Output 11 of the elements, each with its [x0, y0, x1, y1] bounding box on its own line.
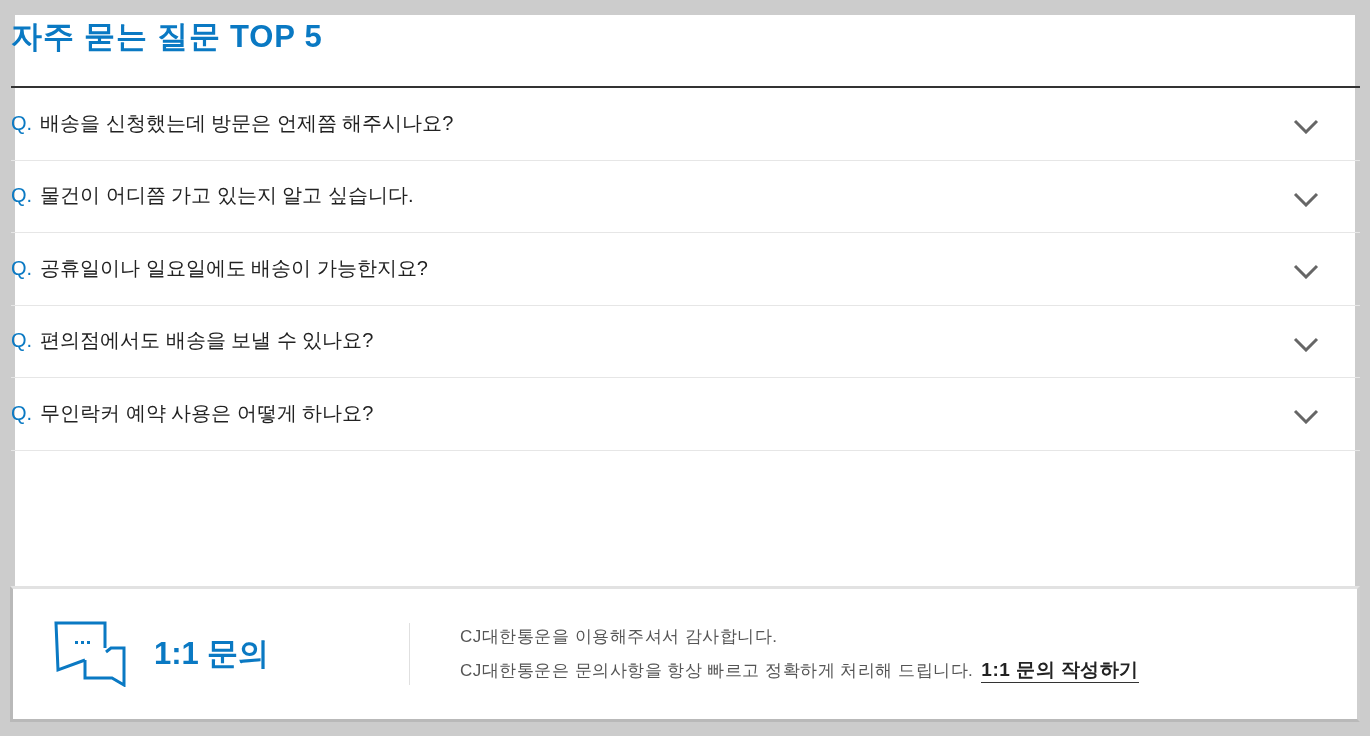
page-title: 자주 묻는 질문 TOP 5 — [11, 18, 323, 56]
chat-bubbles-icon — [54, 621, 126, 687]
inquiry-title: 1:1 문의 — [154, 635, 270, 673]
notice-text: CJ대한통운은 문의사항을 항상 빠르고 정확하게 처리해 드립니다. 1:1 문의 작성하기 — [460, 654, 1139, 688]
faq-question[interactable]: Q. 배송을 신청했는데 방문은 언제쯤 해주시나요? — [11, 88, 1360, 161]
faq-question[interactable]: Q. 편의점에서도 배송을 보낼 수 있나요? — [11, 305, 1360, 378]
write-inquiry-link[interactable]: 1:1 문의 작성하기 — [981, 657, 1139, 683]
faq-question[interactable]: Q. 공휴일이나 일요일에도 배송이 가능한지요? — [11, 233, 1360, 306]
faq-question[interactable]: Q. 물건이 어디쯤 가고 있는지 알고 싶습니다. — [11, 160, 1360, 233]
faq-question[interactable]: Q. 무인락커 예약 사용은 어떻게 하나요? — [11, 378, 1360, 451]
thanks-text: CJ대한통운을 이용해주셔서 감사합니다. — [460, 626, 779, 648]
